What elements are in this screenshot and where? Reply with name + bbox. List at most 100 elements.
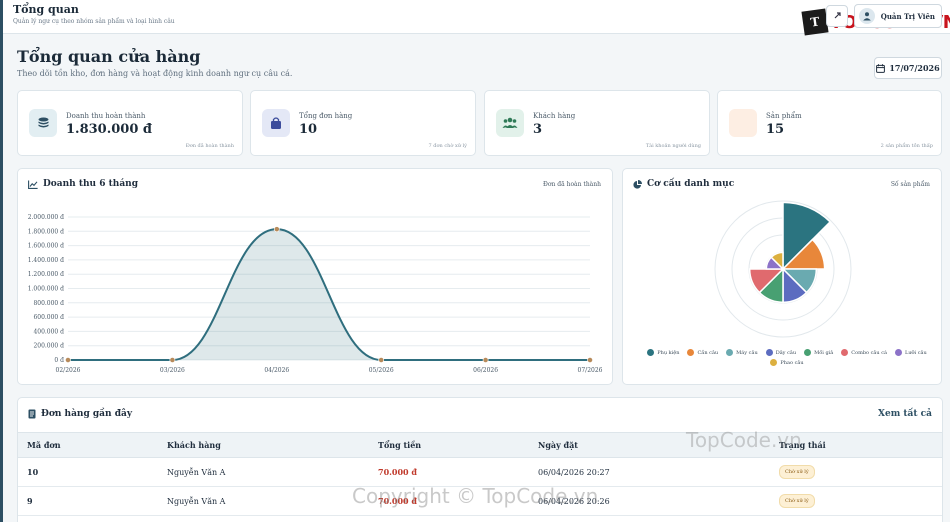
top-actions: Quản Trị Viên <box>825 4 942 28</box>
x-tick-label: 04/2026 <box>264 367 289 374</box>
category-chart-card: Cơ cấu danh mục Số sản phẩm Phụ kiện Cần … <box>622 168 942 385</box>
legend-label: Lưỡi câu <box>905 349 927 356</box>
stat-value: 3 <box>533 122 543 137</box>
stat-label: Sản phẩm <box>766 112 802 120</box>
page-subtitle: Theo dõi tồn kho, đơn hàng và hoạt động … <box>17 69 293 78</box>
stat-label: Tổng đơn hàng <box>299 112 353 120</box>
legend-swatch <box>770 359 778 366</box>
revenue-chart-card: Doanh thu 6 tháng Đơn đã hoàn thành 0 đ2… <box>17 168 613 385</box>
stat-note: Tài khoản người dùng <box>645 143 701 149</box>
stat-value: 10 <box>299 122 318 137</box>
orders-title-text: Đơn hàng gần đây <box>41 409 133 419</box>
legend-swatch <box>804 349 812 356</box>
order-id: 9 <box>18 486 167 516</box>
y-tick-label: 1.800.000 đ <box>28 228 64 235</box>
topbar-subtitle: Quản lý ngư cụ theo nhóm sản phẩm và loạ… <box>13 18 175 25</box>
stat-value: 1.830.000 đ <box>66 122 152 137</box>
watermark-copyright: Copyright © TopCode.vn <box>352 484 599 508</box>
y-tick-label: 600.000 đ <box>33 314 64 321</box>
revenue-line-chart: 0 đ 200.000 đ 400.000 đ 600.000 đ 800.000 đ 1… <box>28 214 603 374</box>
data-point <box>273 226 280 233</box>
legend-label: Dây câu <box>775 349 797 356</box>
y-tick-label: 0 đ <box>54 357 64 364</box>
x-tick-label: 05/2026 <box>369 367 394 374</box>
table-row[interactable]: 10 Nguyễn Văn A 70.000 đ 06/04/2026 20:2… <box>18 457 942 487</box>
order-id: 10 <box>18 457 167 487</box>
legend-item[interactable]: Lưỡi câu <box>895 349 927 356</box>
x-tick-label: 06/2026 <box>473 367 498 374</box>
data-point <box>65 357 71 363</box>
stat-label: Khách hàng <box>533 112 576 120</box>
stat-value: 15 <box>766 122 785 137</box>
legend-swatch <box>647 349 655 356</box>
y-tick-label: 200.000 đ <box>33 343 64 350</box>
user-icon <box>862 12 871 21</box>
legend-swatch <box>687 349 695 356</box>
y-tick-label: 1.400.000 đ <box>28 257 64 264</box>
order-status-cell: Chờ xử lý <box>779 486 942 516</box>
legend-label: Combo câu cá <box>851 349 887 356</box>
order-date: 06/04/2026 20:27 <box>538 457 779 487</box>
external-link-icon <box>834 12 841 19</box>
user-name: Quản Trị Viên <box>880 11 935 21</box>
legend-label: Máy câu <box>736 349 758 356</box>
legend-label: Mồi giả <box>814 349 834 356</box>
users-icon <box>496 109 524 137</box>
topbar-title: Tổng quan <box>13 3 79 16</box>
order-status-cell: Chờ xử lý <box>779 457 942 487</box>
coins-icon <box>29 109 57 137</box>
legend-item[interactable]: Máy câu <box>726 349 758 356</box>
y-tick-label: 1.200.000 đ <box>28 271 64 278</box>
stat-card-products: Sản phẩm 15 2 sản phẩm tồn thấp <box>717 90 942 156</box>
user-menu[interactable]: Quản Trị Viên <box>853 4 942 28</box>
stat-card-revenue: Doanh thu hoàn thành 1.830.000 đ Đơn đã … <box>17 90 243 156</box>
shopping-bag-icon <box>262 109 290 137</box>
data-point <box>587 357 593 363</box>
category-legend: Phụ kiện Cần câu Máy câu Dây câu Mồi giả Comb… <box>647 349 927 366</box>
date-picker-button[interactable]: 17/07/2026 <box>874 57 942 79</box>
document-icon <box>28 409 36 419</box>
page-title: Tổng quan cửa hàng <box>17 47 201 66</box>
legend-swatch <box>841 349 849 356</box>
legend-item[interactable]: Mồi giả <box>804 349 833 356</box>
status-badge: Chờ xử lý <box>779 465 815 479</box>
stat-note: Đơn đã hoàn thành <box>185 143 234 149</box>
y-tick-label: 1.600.000 đ <box>28 243 64 250</box>
orders-title: Đơn hàng gần đây <box>28 409 132 419</box>
stat-note: 7 đơn chờ xử lý <box>428 143 467 149</box>
order-total: 70.000 đ <box>378 457 538 487</box>
legend-item[interactable]: Phụ kiện <box>647 349 679 356</box>
y-tick-label: 400.000 đ <box>33 328 64 335</box>
watermark-topcode: TopCode.vn <box>686 428 802 452</box>
legend-item[interactable]: Cần câu <box>687 349 718 356</box>
legend-label: Phao câu <box>780 359 804 366</box>
table-header-row: Mã đơn Khách hàng Tổng tiền Ngày đặt Trạ… <box>18 432 942 458</box>
order-customer: Nguyễn Văn A <box>167 457 378 487</box>
legend-label: Phụ kiện <box>657 349 680 356</box>
stat-label: Doanh thu hoàn thành <box>66 112 146 120</box>
sidebar-edge <box>0 0 3 522</box>
calendar-icon <box>876 63 886 73</box>
legend-swatch <box>726 349 734 356</box>
legend-item[interactable]: Dây câu <box>765 349 797 356</box>
data-point <box>482 357 489 363</box>
stat-card-customers: Khách hàng 3 Tài khoản người dùng <box>484 90 710 156</box>
column-status: Trạng thái <box>779 432 942 458</box>
y-tick-label: 2.000.000 đ <box>28 214 64 221</box>
column-order-id: Mã đơn <box>18 432 167 458</box>
y-tick-label: 1.000.000 đ <box>28 286 64 293</box>
stat-note: 2 sản phẩm tồn thấp <box>880 143 933 149</box>
logo-mark-icon: T <box>801 8 829 36</box>
column-total: Tổng tiền <box>378 432 538 458</box>
view-all-link[interactable]: Xem tất cả <box>878 409 932 419</box>
date-value: 17/07/2026 <box>889 63 940 73</box>
legend-swatch <box>895 349 902 356</box>
legend-label: Cần câu <box>697 349 719 356</box>
x-tick-label: 07/2026 <box>578 367 603 374</box>
stat-card-orders: Tổng đơn hàng 10 7 đơn chờ xử lý <box>250 90 476 156</box>
external-link-button[interactable] <box>825 5 848 27</box>
legend-item[interactable]: Phao câu <box>770 359 804 366</box>
legend-item[interactable]: Combo câu cá <box>841 349 887 356</box>
status-badge: Chờ xử lý <box>779 494 815 508</box>
top-bar: Tổng quan Quản lý ngư cụ theo nhóm sản p… <box>0 0 950 522</box>
